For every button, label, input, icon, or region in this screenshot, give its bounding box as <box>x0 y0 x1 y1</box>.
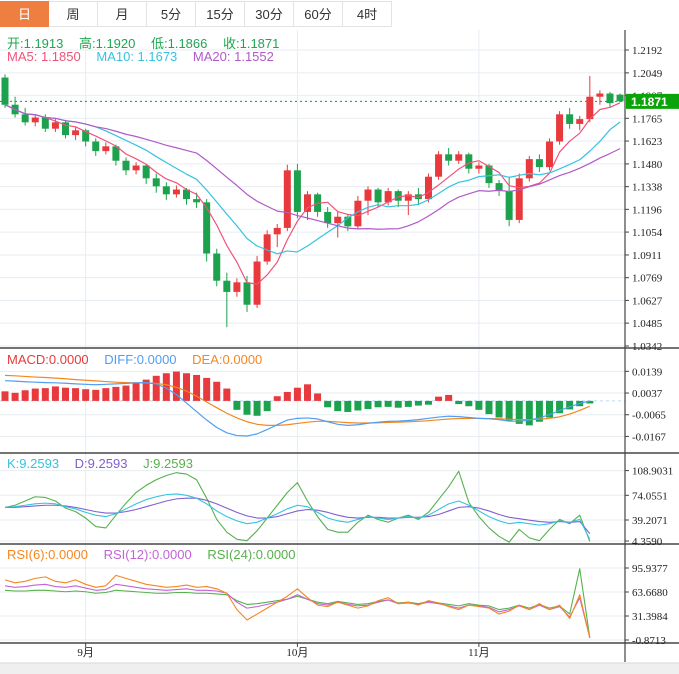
chart-canvas[interactable]: 1.21921.20491.19071.17651.16231.14801.13… <box>0 0 679 674</box>
tab-日[interactable]: 日 <box>0 1 49 27</box>
tab-30分[interactable]: 30分 <box>245 1 294 27</box>
svg-text:1.0911: 1.0911 <box>632 250 662 262</box>
svg-text:39.2071: 39.2071 <box>632 515 668 527</box>
svg-text:1.1054: 1.1054 <box>632 227 663 239</box>
svg-text:1.2192: 1.2192 <box>632 45 662 57</box>
svg-text:4.3590: 4.3590 <box>632 536 663 548</box>
svg-text:1.0485: 1.0485 <box>632 318 663 330</box>
tab-15分[interactable]: 15分 <box>196 1 245 27</box>
svg-text:1.1765: 1.1765 <box>632 113 663 125</box>
tab-月[interactable]: 月 <box>98 1 147 27</box>
svg-text:1.0627: 1.0627 <box>632 295 663 307</box>
svg-text:-0.8713: -0.8713 <box>632 635 666 647</box>
svg-text:95.9377: 95.9377 <box>632 563 668 575</box>
current-price-tag: 1.1871 <box>631 95 668 109</box>
svg-text:11月: 11月 <box>468 647 490 659</box>
svg-text:1.1196: 1.1196 <box>632 204 662 216</box>
timeframe-toolbar: 日周月5分15分30分60分4时 <box>0 0 679 29</box>
svg-text:63.6680: 63.6680 <box>632 587 668 599</box>
svg-text:0.0139: 0.0139 <box>632 366 663 378</box>
svg-text:0.0037: 0.0037 <box>632 388 663 400</box>
svg-text:74.0551: 74.0551 <box>632 490 668 502</box>
tab-周[interactable]: 周 <box>49 1 98 27</box>
svg-text:1.0769: 1.0769 <box>632 273 663 285</box>
tab-5分[interactable]: 5分 <box>147 1 196 27</box>
svg-text:1.1338: 1.1338 <box>632 182 663 194</box>
svg-text:108.9031: 108.9031 <box>632 466 673 478</box>
svg-text:1.0342: 1.0342 <box>632 341 662 353</box>
svg-text:-0.0065: -0.0065 <box>632 410 666 422</box>
tab-60分[interactable]: 60分 <box>294 1 343 27</box>
svg-text:9月: 9月 <box>77 647 94 659</box>
svg-text:10月: 10月 <box>286 647 308 659</box>
svg-text:1.1623: 1.1623 <box>632 136 663 148</box>
svg-text:-0.0167: -0.0167 <box>632 431 666 443</box>
svg-text:1.2049: 1.2049 <box>632 68 663 80</box>
tab-4时[interactable]: 4时 <box>343 1 392 27</box>
svg-text:1.1480: 1.1480 <box>632 159 663 171</box>
svg-text:31.3984: 31.3984 <box>632 611 668 623</box>
